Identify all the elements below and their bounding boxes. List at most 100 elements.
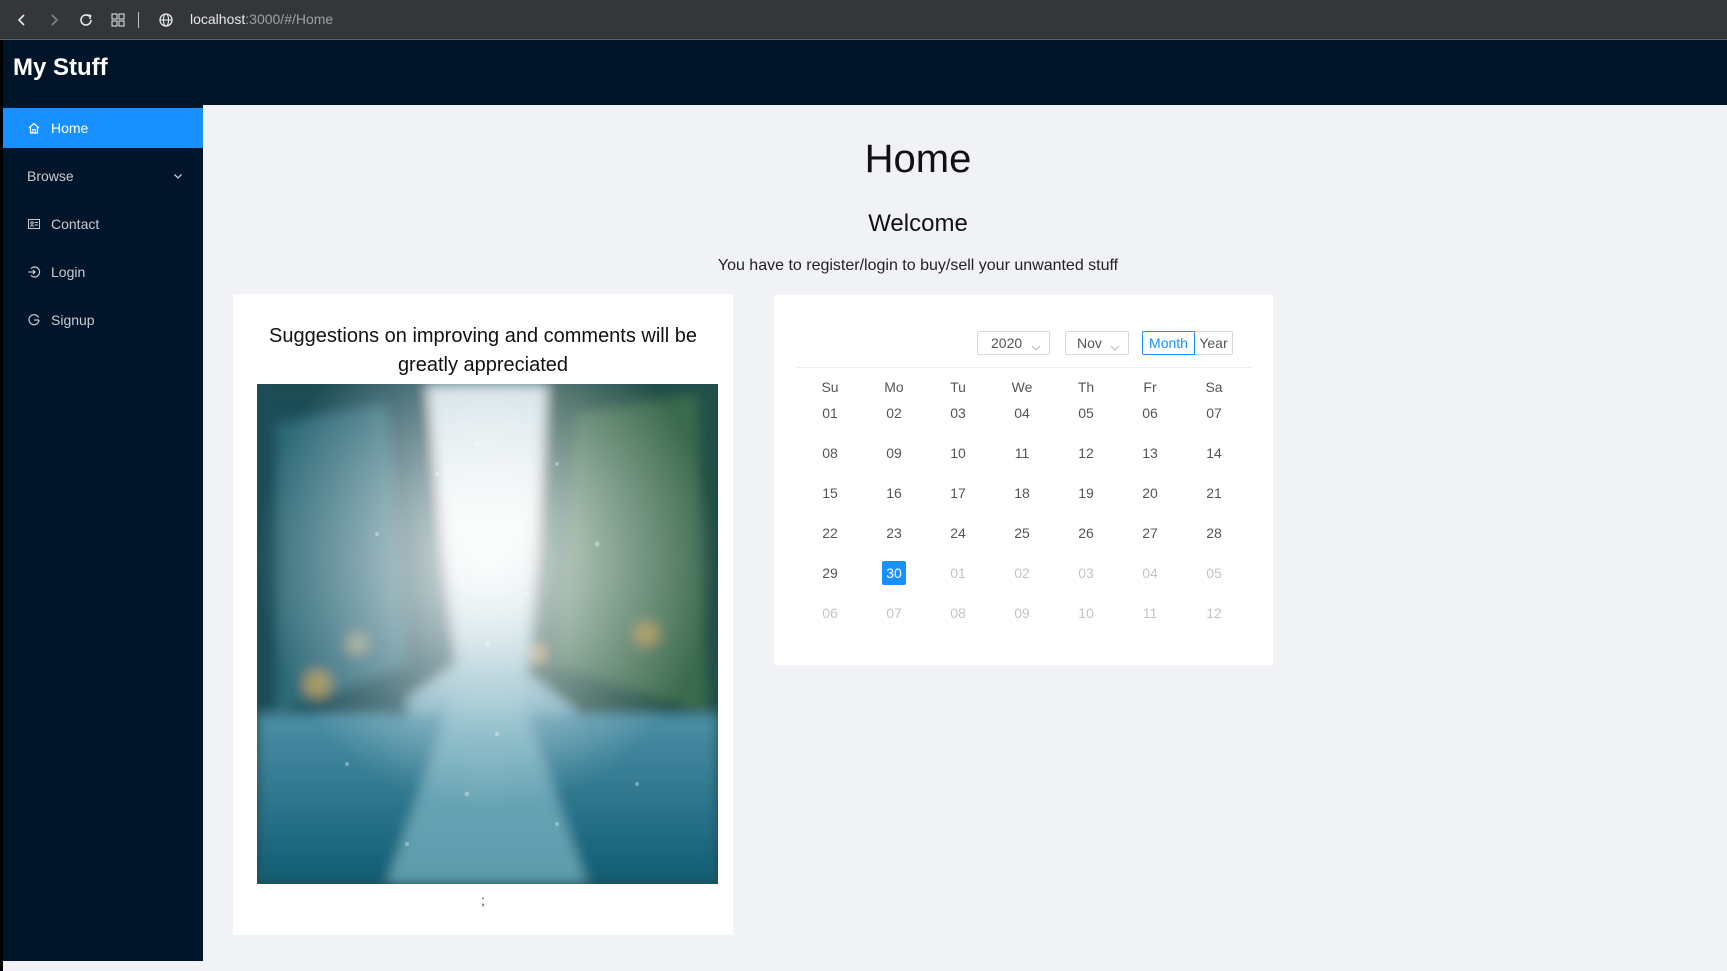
chevron-down-icon	[1031, 339, 1041, 351]
sidebar-item-login[interactable]: Login	[3, 252, 203, 292]
app-logo-title[interactable]: My Stuff	[13, 54, 108, 82]
calendar-day-next-month[interactable]: 01	[926, 561, 990, 585]
calendar-day[interactable]: 24	[926, 521, 990, 545]
calendar-day-next-month[interactable]: 03	[1054, 561, 1118, 585]
calendar-day[interactable]: 15	[798, 481, 862, 505]
calendar-day[interactable]: 02	[862, 401, 926, 425]
browser-toolbar: localhost:3000/#/Home	[0, 0, 1727, 40]
calendar-day[interactable]: 12	[1054, 441, 1118, 465]
calendar-day-next-month[interactable]: 05	[1182, 561, 1246, 585]
weekday-label: Sa	[1205, 379, 1223, 395]
calendar-day[interactable]: 26	[1054, 521, 1118, 545]
rainy-street-photo	[257, 384, 718, 884]
calendar-day[interactable]: 06	[1118, 401, 1182, 425]
calendar-day[interactable]: 14	[1182, 441, 1246, 465]
signup-icon	[27, 313, 41, 327]
calendar-week-row: 01 02 03 04 05 06 07	[798, 401, 1246, 441]
calendar-day[interactable]: 05	[1054, 401, 1118, 425]
app-header: My Stuff	[0, 40, 1727, 105]
forward-icon[interactable]	[42, 8, 66, 32]
photo-caption: ;	[481, 892, 485, 908]
calendar-day[interactable]: 04	[990, 401, 1054, 425]
page-title: Home	[864, 137, 972, 181]
chevron-down-icon	[171, 169, 185, 183]
reload-icon[interactable]	[74, 8, 98, 32]
weekday-label: Tu	[950, 379, 966, 395]
calendar-day-next-month[interactable]: 12	[1182, 601, 1246, 625]
calendar-day[interactable]: 01	[798, 401, 862, 425]
calendar-day[interactable]: 16	[862, 481, 926, 505]
weekday-label: We	[1011, 379, 1033, 395]
sidebar-item-contact[interactable]: Contact	[3, 204, 203, 244]
calendar-header: 2020 Nov Month Year	[774, 331, 1273, 355]
calendar-day-next-month[interactable]: 04	[1118, 561, 1182, 585]
calendar-day[interactable]: 29	[798, 561, 862, 585]
month-select-value: Nov	[1077, 335, 1102, 351]
calendar-day[interactable]: 09	[862, 441, 926, 465]
calendar-day[interactable]: 20	[1118, 481, 1182, 505]
chevron-down-icon	[1110, 339, 1120, 351]
calendar-day[interactable]: 27	[1118, 521, 1182, 545]
calendar-day[interactable]: 07	[1182, 401, 1246, 425]
sidebar-item-home[interactable]: Home	[3, 108, 203, 148]
toolbar-divider	[138, 12, 139, 28]
sidebar: Home Browse Contact Login Signup	[3, 105, 203, 961]
site-globe-icon[interactable]	[154, 8, 178, 32]
home-icon	[27, 121, 41, 135]
month-select[interactable]: Nov	[1065, 331, 1129, 355]
calendar-day[interactable]: 23	[862, 521, 926, 545]
address-bar[interactable]: localhost:3000/#/Home	[190, 11, 333, 27]
calendar-day[interactable]: 19	[1054, 481, 1118, 505]
calendar-day[interactable]: 10	[926, 441, 990, 465]
calendar-week-row: 22 23 24 25 26 27 28	[798, 521, 1246, 561]
sidebar-item-label: Signup	[51, 312, 95, 328]
tab-grid-icon[interactable]	[106, 8, 130, 32]
year-select-value: 2020	[991, 335, 1023, 351]
login-icon	[27, 265, 41, 279]
calendar-day[interactable]: 25	[990, 521, 1054, 545]
calendar-day-next-month[interactable]: 11	[1118, 601, 1182, 625]
year-mode-toggle[interactable]: Year	[1195, 331, 1233, 355]
sidebar-item-browse[interactable]: Browse	[3, 156, 203, 196]
calendar-week-row: 06 07 08 09 10 11 12	[798, 601, 1246, 641]
calendar-day[interactable]: 22	[798, 521, 862, 545]
sidebar-item-label: Login	[51, 264, 86, 280]
main-content: Home Welcome You have to register/login …	[203, 105, 1727, 971]
calendar-day[interactable]: 13	[1118, 441, 1182, 465]
month-mode-toggle[interactable]: Month	[1142, 331, 1195, 355]
calendar-day-next-month[interactable]: 10	[1054, 601, 1118, 625]
calendar-day-today[interactable]: 30	[862, 561, 926, 585]
sidebar-item-label: Browse	[27, 168, 74, 184]
calendar-day[interactable]: 21	[1182, 481, 1246, 505]
weekday-header-row: Su Mo Tu We Th Fr Sa	[798, 375, 1246, 399]
calendar-day[interactable]: 28	[1182, 521, 1246, 545]
calendar-grid: Su Mo Tu We Th Fr Sa 01 02 03 04 05 06 0…	[798, 375, 1246, 641]
calendar-day-next-month[interactable]: 06	[798, 601, 862, 625]
calendar-day[interactable]: 08	[798, 441, 862, 465]
calendar-day-next-month[interactable]: 08	[926, 601, 990, 625]
calendar-day[interactable]: 03	[926, 401, 990, 425]
calendar-day[interactable]: 18	[990, 481, 1054, 505]
suggestions-card: Suggestions on improving and comments wi…	[233, 294, 733, 935]
calendar-day-next-month[interactable]: 07	[862, 601, 926, 625]
calendar-week-row: 08 09 10 11 12 13 14	[798, 441, 1246, 481]
sidebar-item-signup[interactable]: Signup	[3, 300, 203, 340]
weekday-label: Fr	[1143, 379, 1157, 395]
year-select[interactable]: 2020	[977, 331, 1050, 355]
calendar-week-row: 15 16 17 18 19 20 21	[798, 481, 1246, 521]
intro-text: You have to register/login to buy/sell y…	[717, 257, 1119, 274]
weekday-label: Th	[1077, 379, 1095, 395]
back-icon[interactable]	[10, 8, 34, 32]
calendar-day-next-month[interactable]: 09	[990, 601, 1054, 625]
calendar-day-next-month[interactable]: 02	[990, 561, 1054, 585]
welcome-heading: Welcome	[868, 210, 968, 237]
weekday-label: Su	[821, 379, 839, 395]
calendar-card: 2020 Nov Month Year Su Mo Tu We Th Fr Sa…	[774, 295, 1273, 665]
suggestions-card-title: Suggestions on improving and comments wi…	[269, 325, 697, 376]
contact-card-icon	[27, 217, 41, 231]
calendar-divider	[796, 367, 1252, 368]
calendar-day[interactable]: 11	[990, 441, 1054, 465]
sidebar-item-label: Contact	[51, 216, 100, 232]
weekday-label: Mo	[884, 379, 904, 395]
calendar-day[interactable]: 17	[926, 481, 990, 505]
